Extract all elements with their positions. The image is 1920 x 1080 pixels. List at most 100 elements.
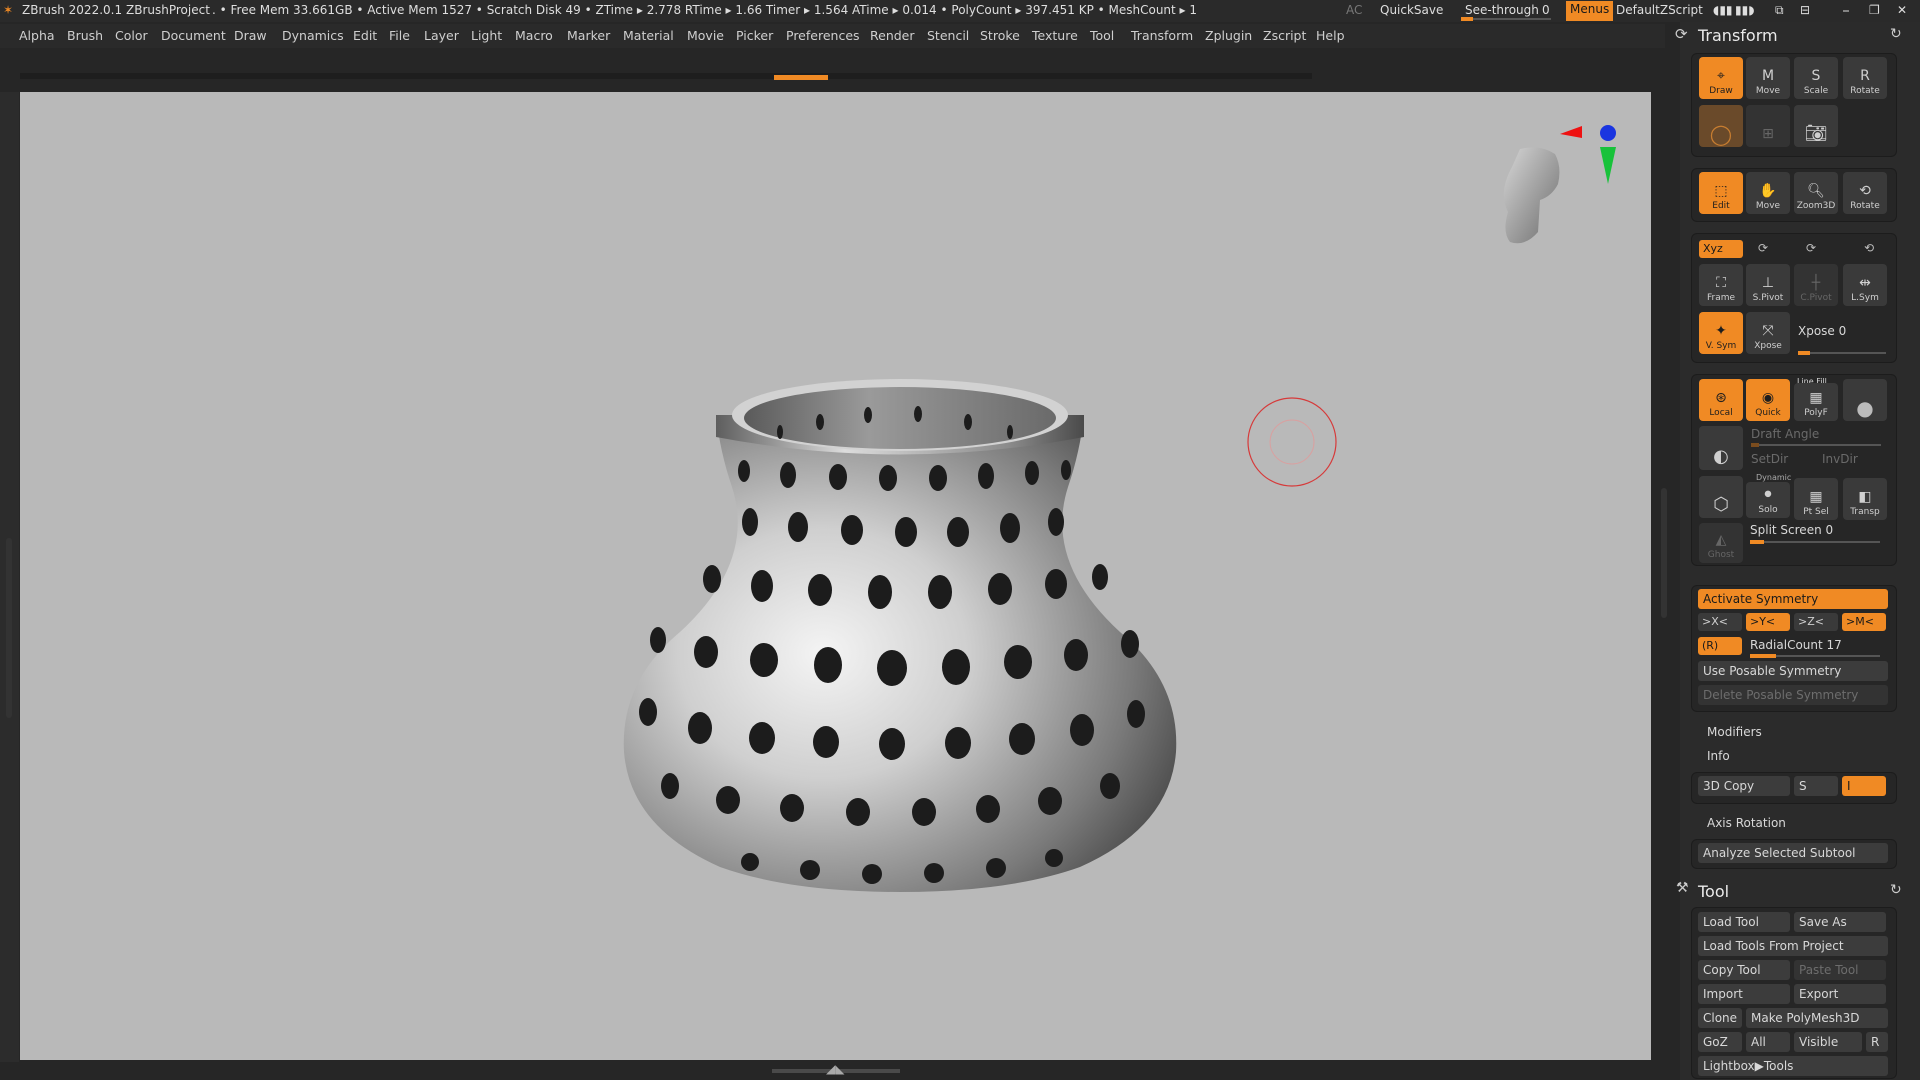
goz-all-button[interactable]: All: [1746, 1032, 1790, 1052]
bottom-tray[interactable]: ◢◣: [0, 1062, 1680, 1080]
menu-layer[interactable]: Layer: [424, 28, 459, 43]
load-tool-button[interactable]: Load Tool: [1698, 912, 1790, 932]
left-tray[interactable]: [0, 92, 19, 1062]
xpose-button[interactable]: ⤧ Xpose: [1746, 312, 1790, 354]
symmetry-z-button[interactable]: >Z<: [1794, 613, 1838, 631]
menu-brush[interactable]: Brush: [67, 28, 103, 43]
rotate-canvas-button[interactable]: ⟲ Rotate: [1843, 172, 1887, 214]
use-posable-symmetry-button[interactable]: Use Posable Symmetry: [1698, 661, 1888, 681]
split-screen-slider[interactable]: [1750, 540, 1880, 544]
menus-toggle[interactable]: Menus: [1566, 1, 1614, 21]
menu-alpha[interactable]: Alpha: [19, 28, 55, 43]
window-layout-icon[interactable]: ⧉: [1775, 3, 1784, 18]
default-zscript-button[interactable]: DefaultZScript: [1616, 3, 1703, 17]
draw-button[interactable]: ⌖ Draw: [1699, 57, 1743, 99]
load-tools-from-project-button[interactable]: Load Tools From Project: [1698, 936, 1888, 956]
menu-light[interactable]: Light: [471, 28, 502, 43]
menu-document[interactable]: Document: [161, 28, 226, 43]
menu-edit[interactable]: Edit: [353, 28, 377, 43]
menu-transform[interactable]: Transform: [1131, 28, 1193, 43]
quicksave-button[interactable]: QuickSave: [1380, 3, 1443, 17]
copy-tool-button[interactable]: Copy Tool: [1698, 960, 1790, 980]
local-rotation-icon[interactable]: ⟲: [1864, 241, 1874, 255]
activate-symmetry-button[interactable]: Activate Symmetry: [1698, 589, 1888, 609]
seethrough-slider[interactable]: [1461, 17, 1551, 21]
radial-count-slider[interactable]: [1750, 654, 1880, 658]
transform-title[interactable]: Transform: [1698, 26, 1778, 45]
menu-zplugin[interactable]: Zplugin: [1205, 28, 1252, 43]
menu-movie[interactable]: Movie: [687, 28, 724, 43]
bottom-tray-arrow-icon[interactable]: ◢◣: [826, 1062, 844, 1076]
transform-refresh-icon[interactable]: ↻: [1890, 26, 1902, 42]
modifiers-section[interactable]: Modifiers: [1707, 725, 1762, 739]
tool-refresh-icon[interactable]: ↻: [1890, 882, 1902, 898]
seethrough-label[interactable]: See-through: [1465, 3, 1539, 17]
menu-stencil[interactable]: Stencil: [927, 28, 969, 43]
symmetry-x-button[interactable]: >X<: [1698, 613, 1742, 631]
solo-button[interactable]: ⚫ Solo: [1746, 482, 1790, 518]
right-tray-gutter[interactable]: [1652, 92, 1680, 1062]
copy3d-button[interactable]: 3D Copy: [1698, 776, 1790, 796]
material-sphere-button[interactable]: ●: [1843, 379, 1887, 421]
move-mode-button[interactable]: M Move: [1746, 57, 1790, 99]
menu-file[interactable]: File: [389, 28, 410, 43]
ghost-button[interactable]: ◭ Ghost: [1699, 523, 1743, 563]
gizmo-toggle-button[interactable]: ◯: [1699, 105, 1743, 147]
vase-model[interactable]: [623, 379, 1177, 892]
rotate-mode-button[interactable]: R Rotate: [1843, 57, 1887, 99]
menu-material[interactable]: Material: [623, 28, 674, 43]
menu-draw[interactable]: Draw: [234, 28, 267, 43]
quick-button[interactable]: ◉ Quick: [1746, 379, 1790, 421]
cpivot-button[interactable]: ┼ C.Pivot: [1794, 264, 1838, 306]
goz-button[interactable]: GoZ: [1698, 1032, 1742, 1052]
move-canvas-button[interactable]: ✋ Move: [1746, 172, 1790, 214]
xpose-slider[interactable]: [1798, 351, 1886, 355]
top-shelf-strip[interactable]: [20, 73, 1312, 79]
menu-stroke[interactable]: Stroke: [980, 28, 1020, 43]
menu-zscript[interactable]: Zscript: [1263, 28, 1306, 43]
menu-macro[interactable]: Macro: [515, 28, 553, 43]
tool-palette-icon[interactable]: ⚒: [1676, 880, 1689, 896]
invdir-button[interactable]: InvDir: [1822, 452, 1858, 466]
delete-posable-symmetry-button[interactable]: Delete Posable Symmetry: [1698, 685, 1888, 705]
symmetry-m-button[interactable]: >M<: [1842, 613, 1886, 631]
right-tray-handle[interactable]: [1661, 488, 1667, 618]
polyf-button[interactable]: ▦ PolyF: [1794, 383, 1838, 421]
close-icon[interactable]: ✕: [1897, 3, 1907, 17]
navigation-head-gizmo[interactable]: [1503, 125, 1616, 244]
y-rotation-icon[interactable]: ⟳: [1758, 241, 1768, 255]
setdir-button[interactable]: SetDir: [1751, 452, 1788, 466]
vsym-button[interactable]: ✦ V. Sym: [1699, 312, 1743, 354]
scale-mode-button[interactable]: S Scale: [1794, 57, 1838, 99]
symmetry-y-button[interactable]: >Y<: [1746, 613, 1790, 631]
minimize-icon[interactable]: ⎯: [1843, 3, 1849, 18]
menu-tool[interactable]: Tool: [1090, 28, 1114, 43]
goz-r-button[interactable]: R: [1866, 1032, 1888, 1052]
window-snap-icon[interactable]: ⊟: [1800, 3, 1810, 17]
z-rotation-icon[interactable]: ⟳: [1806, 241, 1816, 255]
menu-help[interactable]: Help: [1316, 28, 1345, 43]
axis-rotation-section[interactable]: Axis Rotation: [1707, 816, 1786, 830]
transform-palette-icon[interactable]: ⟳: [1675, 25, 1688, 43]
zoom3d-button[interactable]: 🔍︎ Zoom3D: [1794, 172, 1838, 214]
spivot-button[interactable]: ⊥ S.Pivot: [1746, 264, 1790, 306]
import-button[interactable]: Import: [1698, 984, 1790, 1004]
transp-button[interactable]: ◧ Transp: [1843, 478, 1887, 520]
copy3d-s-button[interactable]: S: [1794, 776, 1838, 796]
canvas-viewport[interactable]: [20, 92, 1651, 1060]
local-button[interactable]: ⊛ Local: [1699, 379, 1743, 421]
edit-button[interactable]: ⬚ Edit: [1699, 172, 1743, 214]
make-polymesh3d-button[interactable]: Make PolyMesh3D: [1746, 1008, 1888, 1028]
copy3d-i-button[interactable]: I: [1842, 776, 1886, 796]
draft-toggle-button[interactable]: ◐: [1699, 426, 1743, 470]
lsym-button[interactable]: ⇹ L.Sym: [1843, 264, 1887, 306]
menu-preferences[interactable]: Preferences: [786, 28, 860, 43]
draft-angle-slider[interactable]: [1751, 443, 1881, 447]
menu-dynamics[interactable]: Dynamics: [282, 28, 344, 43]
maximize-icon[interactable]: ❐: [1869, 3, 1880, 17]
left-tray-handle[interactable]: [6, 538, 12, 718]
menu-marker[interactable]: Marker: [567, 28, 610, 43]
frame-button[interactable]: ⛶ Frame: [1699, 264, 1743, 306]
ac-toggle[interactable]: AC: [1346, 3, 1362, 17]
menu-picker[interactable]: Picker: [736, 28, 773, 43]
